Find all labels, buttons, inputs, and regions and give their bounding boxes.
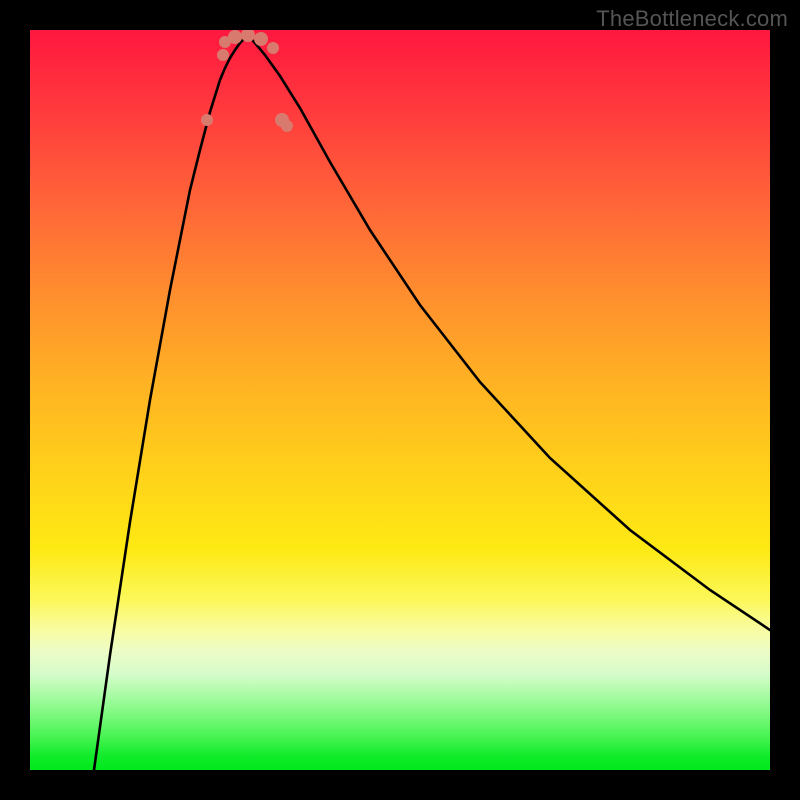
scatter-dot	[267, 42, 279, 54]
curve-left-branch	[94, 35, 248, 770]
curve-group	[94, 35, 770, 770]
curve-right-branch	[248, 35, 770, 630]
scatter-dot	[217, 49, 229, 61]
chart-svg	[30, 30, 770, 770]
chart-frame: TheBottleneck.com	[0, 0, 800, 800]
scatter-points	[201, 30, 293, 132]
scatter-dot	[254, 32, 268, 46]
scatter-dot	[281, 120, 293, 132]
scatter-dot	[228, 30, 242, 44]
plot-area	[30, 30, 770, 770]
scatter-dot	[201, 114, 213, 126]
watermark-text: TheBottleneck.com	[596, 6, 788, 32]
